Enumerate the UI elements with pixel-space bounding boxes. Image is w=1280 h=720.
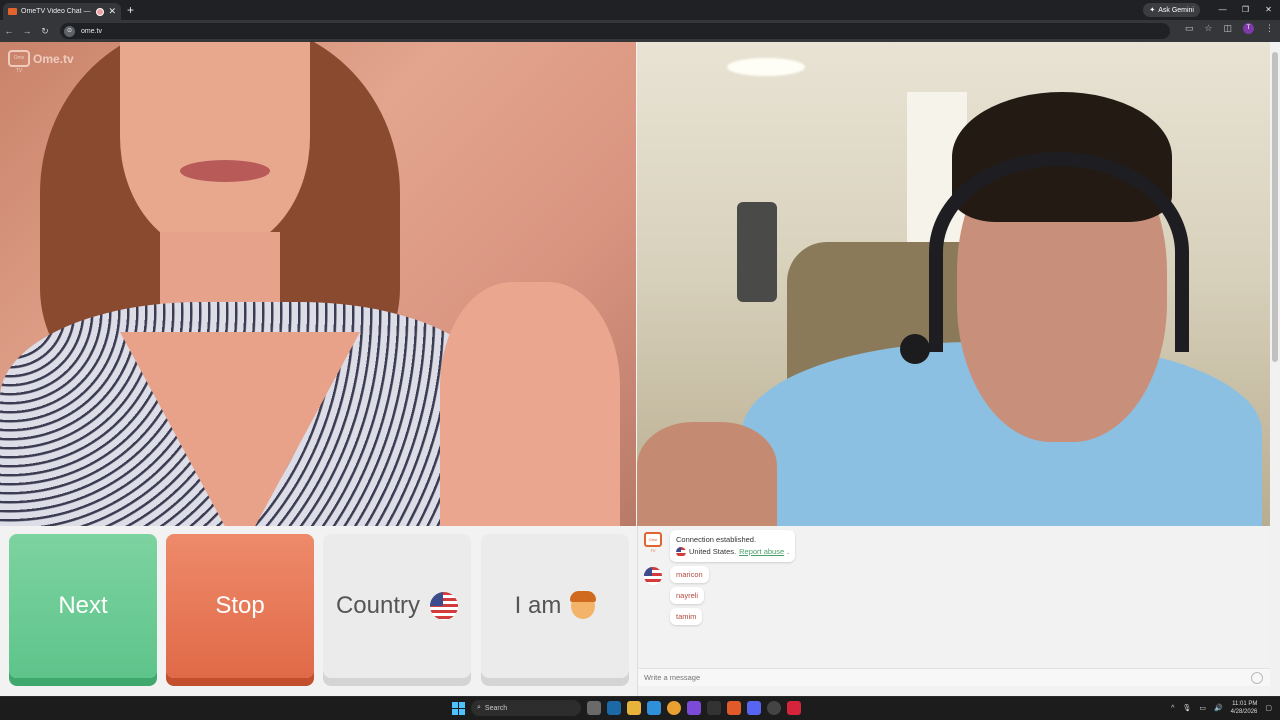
ometv-system-icon: Ome TV xyxy=(644,532,662,553)
site-info-icon[interactable]: ⊙ xyxy=(64,25,75,37)
taskbar-apps: ⌕ Search xyxy=(452,700,801,716)
forward-icon[interactable]: → xyxy=(18,26,36,36)
app-icon[interactable] xyxy=(687,701,701,715)
search-label: Search xyxy=(484,704,508,712)
system-message: Connection established. United States. R… xyxy=(670,530,796,562)
folder-icon[interactable] xyxy=(627,701,641,715)
gender-button[interactable]: I am xyxy=(481,534,629,678)
tab-title: OmeTV Video Chat — Ome xyxy=(21,8,92,15)
url-text: ome.tv xyxy=(81,27,103,35)
url-bar[interactable]: ⊙ ome.tv xyxy=(60,23,1170,39)
new-tab-button[interactable]: + xyxy=(127,3,134,17)
mic-icon[interactable]: 🎙 xyxy=(1182,704,1191,712)
sidepanel-icon[interactable]: ◫ xyxy=(1223,23,1232,34)
system-tray: ^ 🎙 ▭ 🔊 11:01 PM 4/28/2026 ▢ xyxy=(1171,700,1272,716)
windows-taskbar: ⌕ Search ^ 🎙 ▭ 🔊 11:01 PM 4/28/2026 ▢ xyxy=(0,696,1280,720)
restore-icon[interactable]: ❐ xyxy=(1234,0,1257,20)
ometv-favicon-icon xyxy=(8,8,17,15)
profile-avatar[interactable]: T xyxy=(1243,23,1254,34)
chat-panel: Ome TV Connection established. United St… xyxy=(637,526,1271,696)
video-shape xyxy=(637,422,777,526)
edge-icon[interactable] xyxy=(647,701,661,715)
video-shape xyxy=(737,202,777,302)
terminal-icon[interactable] xyxy=(707,701,721,715)
message-input[interactable] xyxy=(644,673,1224,682)
chat-message: maricon xyxy=(670,566,709,583)
system-line1: Connection established. xyxy=(676,535,757,544)
close-window-icon[interactable]: ✕ xyxy=(1257,0,1280,20)
back-icon[interactable]: ← xyxy=(0,26,18,36)
smile-icon[interactable] xyxy=(1251,672,1263,684)
ometv-page: Ome TV Ome.tv Next Stop Country I am Ome… xyxy=(0,42,1271,696)
video-shape xyxy=(727,58,805,76)
app-red-icon[interactable] xyxy=(787,701,801,715)
ometv-logo: Ome TV Ome.tv xyxy=(8,50,74,74)
taskbar-search[interactable]: ⌕ Search xyxy=(471,700,581,716)
tray-chevron-icon[interactable]: ^ xyxy=(1171,705,1174,712)
obs-icon[interactable] xyxy=(767,701,781,715)
discord-icon[interactable] xyxy=(747,701,761,715)
stranger-video: Ome TV Ome.tv xyxy=(0,42,636,526)
steam-icon[interactable] xyxy=(607,701,621,715)
taskview-icon[interactable] xyxy=(587,701,601,715)
reload-icon[interactable]: ↻ xyxy=(36,26,54,37)
self-video xyxy=(637,42,1270,526)
logo-name: Ome.tv xyxy=(33,51,74,66)
ask-gemini-label: Ask Gemini xyxy=(1158,6,1194,14)
gemini-icon: ✦ xyxy=(1149,7,1156,14)
window-controls: — ❐ ✕ xyxy=(1211,0,1280,20)
iam-label: I am xyxy=(514,592,562,619)
logo-tv-icon: Ome TV xyxy=(8,50,30,74)
next-button[interactable]: Next xyxy=(9,534,157,678)
volume-icon[interactable]: 🔊 xyxy=(1214,704,1223,712)
star-icon[interactable]: ☆ xyxy=(1204,23,1212,34)
report-abuse-link[interactable]: Report abuse xyxy=(739,546,784,558)
tab-close-icon[interactable]: ✕ xyxy=(108,6,116,17)
us-flag-icon xyxy=(430,592,459,620)
recording-icon xyxy=(96,7,105,16)
browser-tabbar: OmeTV Video Chat — Ome ✕ + ✦ Ask Gemini … xyxy=(0,0,1280,20)
toolbar-right: ▭ ☆ ◫ T ⋮ xyxy=(1185,23,1274,34)
clock-time: 11:01 PM xyxy=(1232,701,1258,707)
person-emoji-icon xyxy=(570,591,597,619)
scroll-thumb[interactable] xyxy=(1272,52,1278,362)
windows-icon[interactable] xyxy=(452,701,465,715)
country-button[interactable]: Country xyxy=(323,534,471,678)
browser-tab[interactable]: OmeTV Video Chat — Ome ✕ xyxy=(3,3,121,20)
stop-label: Stop xyxy=(215,592,265,619)
video-shape xyxy=(440,282,620,526)
network-icon[interactable]: ▭ xyxy=(1199,704,1206,712)
stranger-flag-icon xyxy=(644,567,662,585)
clock[interactable]: 11:01 PM 4/28/2026 xyxy=(1231,700,1258,716)
country-label: Country xyxy=(335,592,421,619)
video-shape xyxy=(929,152,1189,352)
notification-icon[interactable]: ▢ xyxy=(1265,704,1272,712)
page-scrollbar[interactable] xyxy=(1270,42,1280,696)
menu-icon[interactable]: ⋮ xyxy=(1265,23,1274,34)
brave-icon[interactable] xyxy=(727,701,741,715)
system-period: . xyxy=(787,547,790,556)
cast-icon[interactable]: ▭ xyxy=(1185,23,1194,34)
address-toolbar: ← → ↻ ⊙ ome.tv ▭ ☆ ◫ T ⋮ xyxy=(0,20,1280,42)
next-label: Next xyxy=(58,592,108,619)
us-flag-icon xyxy=(676,547,686,557)
message-input-row xyxy=(638,668,1271,686)
ask-gemini-button[interactable]: ✦ Ask Gemini xyxy=(1143,3,1200,17)
clock-date: 4/28/2026 xyxy=(1230,709,1258,715)
search-icon: ⌕ xyxy=(477,704,481,711)
system-country: United States. xyxy=(689,547,737,556)
chat-message: tamim xyxy=(670,608,703,625)
video-shape xyxy=(900,334,930,364)
stop-button[interactable]: Stop xyxy=(166,534,314,678)
chat-message: nayreli xyxy=(670,587,705,604)
chrome-icon[interactable] xyxy=(667,701,681,715)
minimize-icon[interactable]: — xyxy=(1211,0,1234,20)
system-line2: United States. Report abuse. xyxy=(676,546,789,558)
video-shape xyxy=(180,160,270,182)
